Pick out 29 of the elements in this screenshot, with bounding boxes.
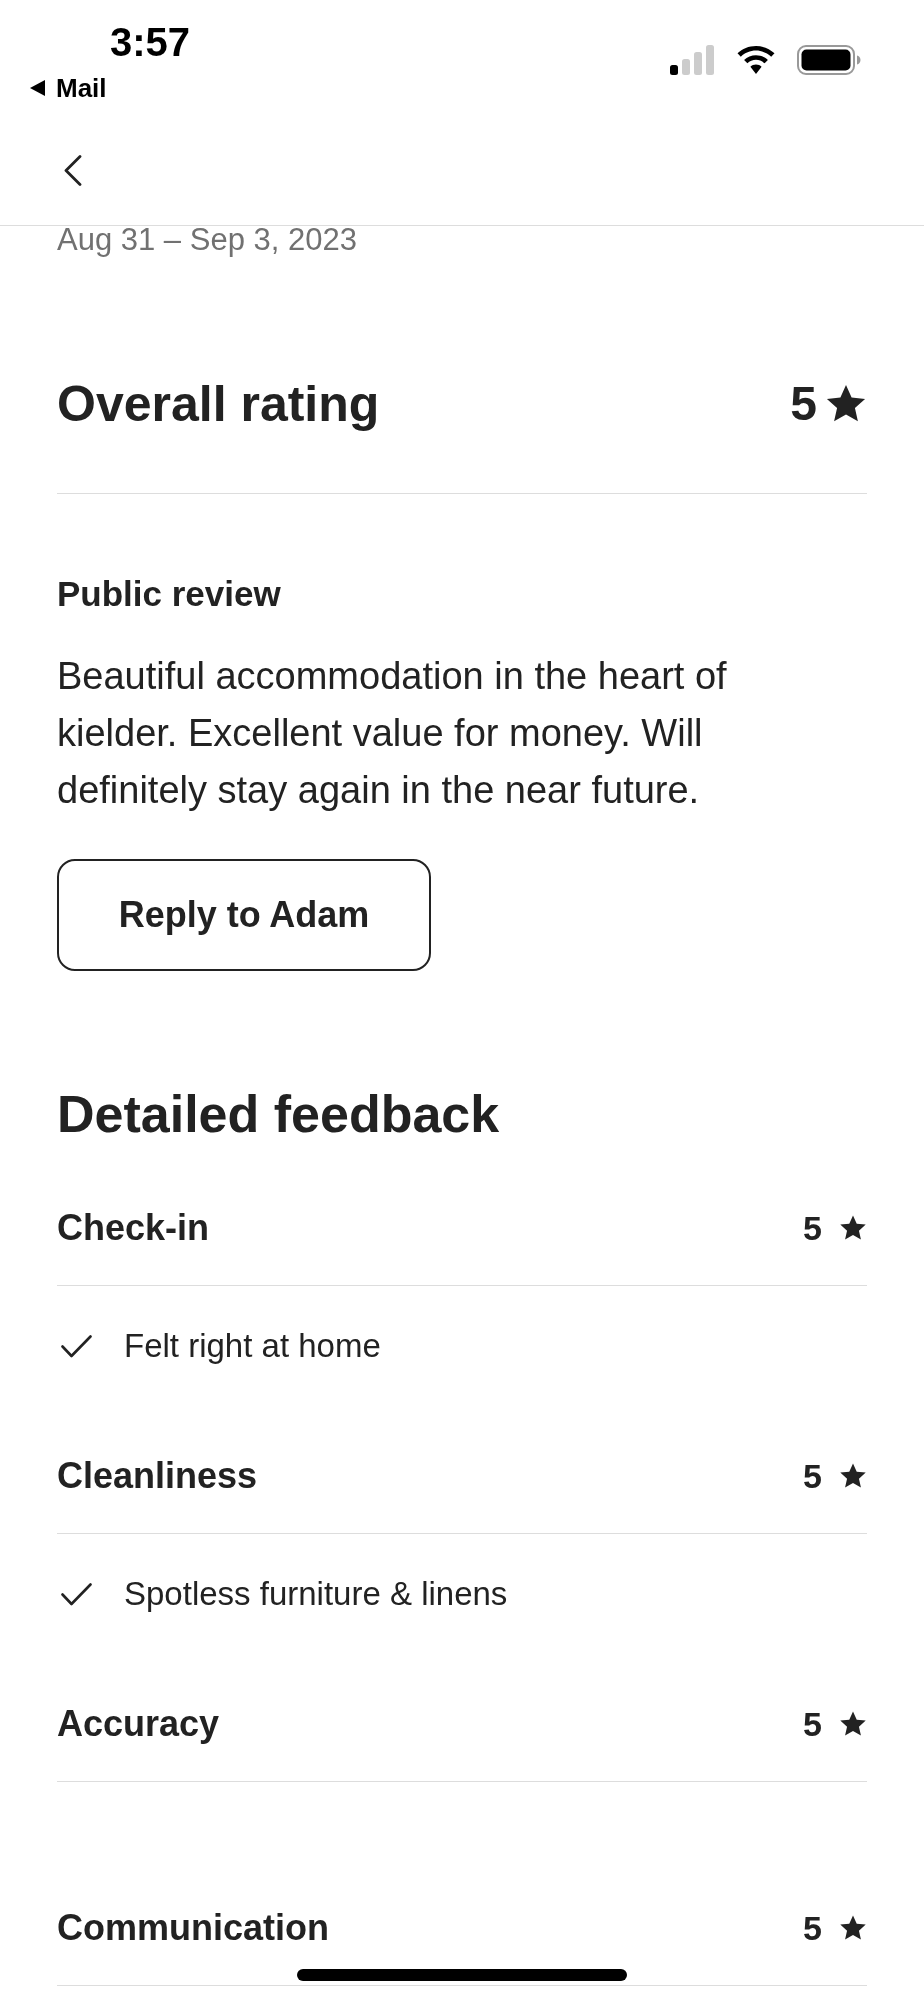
chevron-left-icon [64, 155, 82, 186]
star-icon [839, 1710, 867, 1738]
public-review-heading: Public review [57, 574, 281, 614]
rating-value: 5 [803, 1908, 822, 1949]
category-name: Check-in [57, 1206, 210, 1250]
wifi-icon [737, 46, 775, 74]
reply-button[interactable]: Reply to Adam [57, 859, 431, 971]
back-to-app-button[interactable]: Mail [30, 72, 191, 104]
rating-value: 5 [803, 1208, 822, 1249]
highlight-text: Felt right at home [124, 1326, 381, 1366]
highlight-text: Spotless furniture & linens [124, 1574, 508, 1614]
overall-rating-title: Overall rating [57, 375, 380, 434]
category-name: Cleanliness [57, 1454, 258, 1498]
category-name: Accuracy [57, 1702, 220, 1746]
detailed-feedback-title: Detailed feedback [57, 1084, 500, 1144]
category-name: Communication [57, 1906, 329, 1950]
rating-value: 5 [790, 376, 817, 432]
rating-value: 5 [803, 1456, 822, 1497]
star-icon [839, 1914, 867, 1942]
signal-icon [670, 45, 715, 75]
review-text: Beautiful accommodation in the heart of kielder. Excellent value for money. Will definitely stay again in the near future. [57, 654, 728, 813]
battery-icon [797, 45, 861, 75]
star-icon [839, 1214, 867, 1242]
rating-value: 5 [803, 1704, 822, 1745]
status-time: 3:57 [110, 19, 191, 66]
back-triangle-icon [30, 80, 45, 96]
check-icon [61, 1582, 92, 1606]
check-icon [61, 1334, 92, 1358]
star-icon [839, 1462, 867, 1490]
